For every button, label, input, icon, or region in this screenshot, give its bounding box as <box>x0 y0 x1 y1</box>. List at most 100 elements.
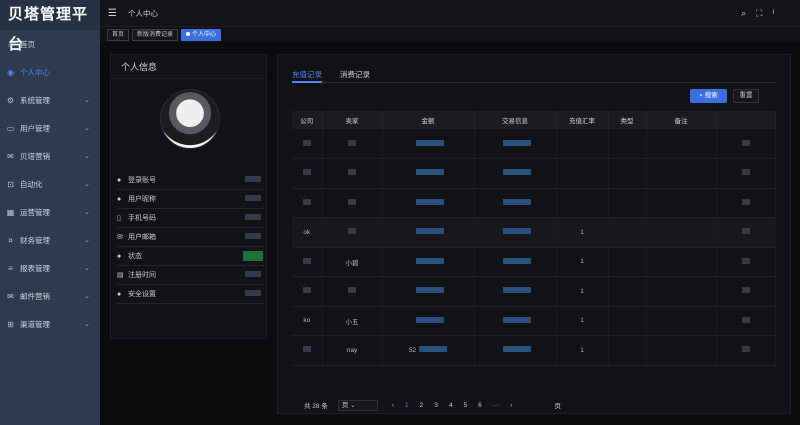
column-header[interactable]: 卖家 <box>322 111 383 129</box>
sidebar-item-3[interactable]: ▭ 用户管理 ⌄ <box>0 114 100 142</box>
sidebar-item-0[interactable]: ⌂ 首页 <box>0 30 100 58</box>
cell-type <box>608 188 647 218</box>
sidebar-item-8[interactable]: ≡ 报表管理 ⌄ <box>0 254 100 282</box>
cell-amount <box>382 247 475 277</box>
table-row[interactable] <box>292 129 776 159</box>
sidebar-item-5[interactable]: ⊡ 自动化 ⌄ <box>0 170 100 198</box>
cell-actions[interactable] <box>716 276 776 307</box>
fullscreen-icon[interactable]: ⛶ <box>756 8 762 19</box>
page-number[interactable]: 2 <box>420 402 424 409</box>
sidebar-item-4[interactable]: ✉ 贝塔营销 ⌄ <box>0 142 100 170</box>
page-number[interactable]: 1 <box>405 402 409 409</box>
column-header[interactable]: 充值汇率 <box>556 111 609 129</box>
avatar[interactable] <box>160 89 220 149</box>
cell-company <box>292 188 323 218</box>
column-header-actions <box>716 111 776 129</box>
robot-icon: ⊡ <box>7 179 14 189</box>
table-row[interactable] <box>292 188 776 218</box>
search-button-label: 搜索 <box>704 92 718 99</box>
cell-text: 52 <box>408 347 417 355</box>
cell-rate <box>556 188 609 218</box>
cell-amount <box>382 217 475 248</box>
profile-row-label: 注册时间 <box>128 272 156 279</box>
cell-rate: 1 <box>556 306 609 336</box>
cell-note <box>646 276 717 307</box>
cell-actions[interactable] <box>716 306 776 336</box>
cell-type <box>608 158 647 189</box>
cell-actions[interactable] <box>716 217 776 248</box>
cell-actions[interactable] <box>716 188 776 218</box>
reset-button[interactable]: 重置 <box>733 89 759 103</box>
column-header[interactable]: 类型 <box>608 111 647 129</box>
list-icon: ≡ <box>8 263 13 273</box>
tag-label: 首页 <box>112 31 125 38</box>
cell-rate: 1 <box>556 276 609 307</box>
column-header[interactable]: 金额 <box>382 111 475 129</box>
sidebar-item-2[interactable]: ⚙ 系统管理 ⌄ <box>0 86 100 114</box>
cell-actions[interactable] <box>716 335 776 366</box>
hamburger-icon[interactable]: ☰ <box>108 8 118 19</box>
cell-amount <box>382 188 475 218</box>
column-header[interactable]: 公司 <box>292 111 323 129</box>
sidebar-item-label: 自动化 <box>20 179 43 189</box>
page-number[interactable]: 5 <box>464 402 468 409</box>
tag-label: 个人中心 <box>192 31 217 38</box>
tag-1[interactable]: 新版消费记录 <box>132 28 179 41</box>
table-row[interactable] <box>292 158 776 189</box>
profile-row: ▯ 手机号码 <box>117 209 265 228</box>
sidebar-item-9[interactable]: ✉ 邮件营销 ⌄ <box>0 282 100 310</box>
tab-1[interactable]: 消费记录 <box>340 63 370 83</box>
status-badge <box>243 251 263 261</box>
table-row[interactable]: 小碧 1 <box>292 247 776 277</box>
table-row[interactable]: ko 小五 1 <box>292 306 776 336</box>
table-row[interactable]: 1 <box>292 276 776 307</box>
mail-icon: ✉ <box>117 234 123 241</box>
column-header[interactable]: 备注 <box>646 111 717 129</box>
page-number[interactable]: 3 <box>434 402 438 409</box>
sidebar-item-label: 个人中心 <box>20 67 50 77</box>
tag-0[interactable]: 首页 <box>107 28 130 41</box>
profile-row-label: 用户邮箱 <box>128 234 156 241</box>
profile-card-title: 个人信息 <box>111 55 266 79</box>
size-icon[interactable]: ᴵ <box>772 8 774 19</box>
cell-text: ko <box>303 317 311 325</box>
search-button[interactable]: ⌕ 搜索 <box>690 89 727 103</box>
cell-actions[interactable] <box>716 129 776 159</box>
home-icon: ⌂ <box>8 39 13 49</box>
user-icon: ● <box>117 176 122 184</box>
records-tabs: 充值记录 消费记录 <box>292 63 776 83</box>
sidebar-item-10[interactable]: ⊞ 渠道管理 ⌄ <box>0 310 100 338</box>
channel-icon: ⊞ <box>7 319 14 329</box>
page-number[interactable]: 4 <box>449 402 453 409</box>
profile-row: ✉ 用户邮箱 <box>117 228 265 247</box>
cell-info <box>474 276 557 307</box>
tab-0[interactable]: 充值记录 <box>292 63 322 83</box>
cell-rate: 1 <box>556 217 609 248</box>
search-icon[interactable]: ⌕ <box>741 8 746 19</box>
cell-actions[interactable] <box>716 247 776 277</box>
table-row[interactable]: ok 1 <box>292 217 776 248</box>
cell-actions[interactable] <box>716 158 776 189</box>
sidebar-item-7[interactable]: ¤ 财务管理 ⌄ <box>0 226 100 254</box>
cell-amount: 52 <box>382 335 475 366</box>
profile-row-label: 手机号码 <box>128 215 156 222</box>
mail-icon: ✉ <box>7 291 14 301</box>
profile-value-masked <box>245 290 261 298</box>
cell-note <box>646 129 717 159</box>
cell-info <box>474 129 557 159</box>
next-page-icon[interactable]: › <box>510 402 512 409</box>
cell-text: 小碧 <box>345 259 359 267</box>
tag-2[interactable]: 个人中心 <box>181 28 222 41</box>
profile-value-masked <box>245 195 261 203</box>
cell-company <box>292 335 323 366</box>
sidebar-item-6[interactable]: ▦ 运营管理 ⌄ <box>0 198 100 226</box>
page-number[interactable]: 6 <box>478 402 482 409</box>
page-size-select[interactable]: 页 ⌄ <box>337 399 378 411</box>
column-header[interactable]: 交易信息 <box>474 111 557 129</box>
profile-row-label: 状态 <box>128 253 142 260</box>
table-row[interactable]: nay 52 1 <box>292 335 776 366</box>
top-header: ☰ 个人中心 ⌕ ⛶ ᴵ <box>100 0 800 27</box>
sidebar-item-1[interactable]: ◉ 个人中心 <box>0 58 100 86</box>
more-pages-icon[interactable]: ··· <box>493 402 500 409</box>
cell-seller <box>322 217 383 248</box>
